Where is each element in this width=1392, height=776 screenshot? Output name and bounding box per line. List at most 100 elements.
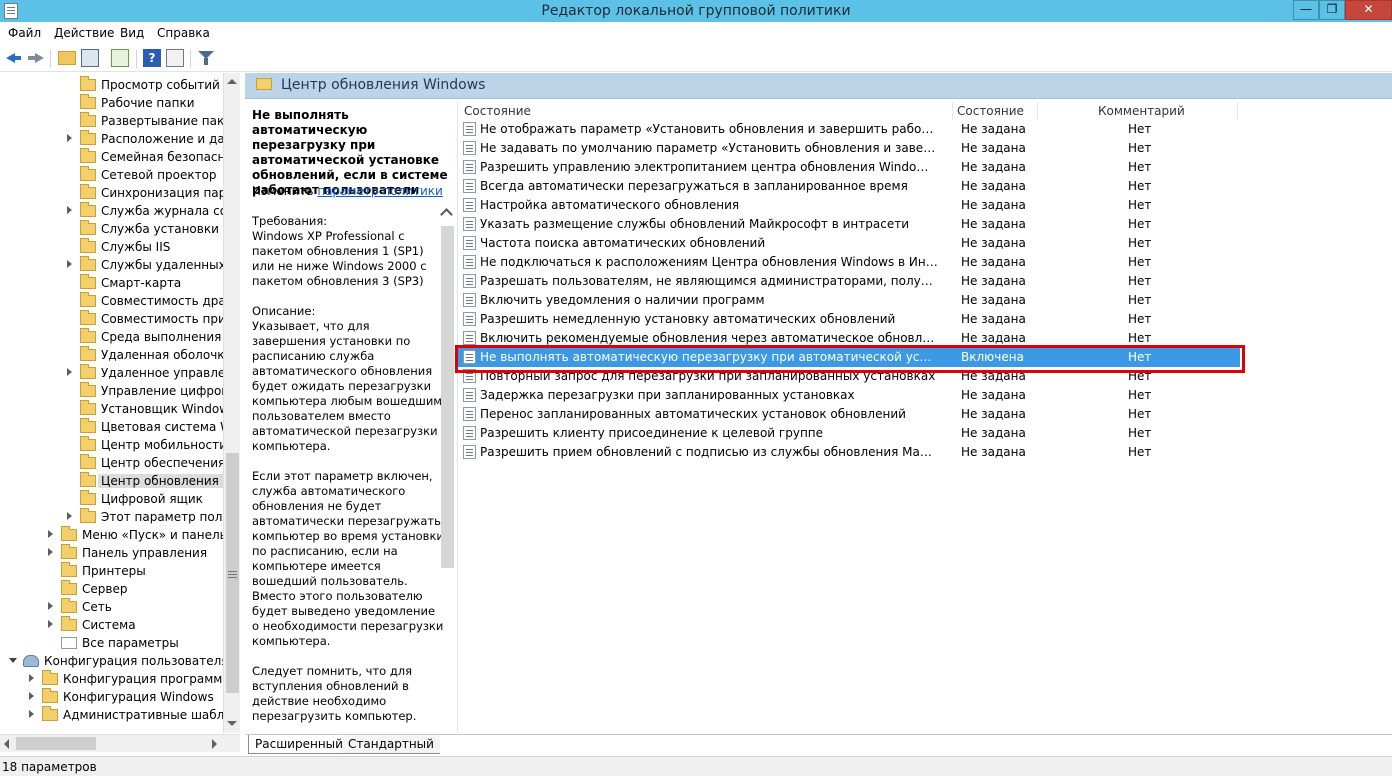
scroll-up-icon[interactable] xyxy=(227,79,237,84)
filter-icon[interactable] xyxy=(197,49,215,67)
title-bar: Редактор локальной групповой политики — … xyxy=(0,0,1392,22)
tree-item-label: Сервер xyxy=(82,582,128,596)
expand-icon[interactable] xyxy=(67,512,72,520)
table-row[interactable]: Всегда автоматически перезагружаться в з… xyxy=(458,177,1240,196)
expand-icon[interactable] xyxy=(67,134,72,142)
table-row[interactable]: Разрешить прием обновлений с подписью из… xyxy=(458,443,1240,462)
policy-state: Не задана xyxy=(961,179,1026,193)
expand-icon[interactable] xyxy=(48,530,53,538)
view-tabs: Расширенный Стандартный xyxy=(245,734,1392,754)
minimize-button[interactable]: — xyxy=(1293,0,1319,20)
scroll-thumb[interactable] xyxy=(441,226,454,568)
expand-icon[interactable] xyxy=(29,692,34,700)
policy-name: Перенос запланированных автоматических у… xyxy=(480,407,906,421)
table-row[interactable]: Настройка автоматического обновления Не з… xyxy=(458,196,1240,215)
show-hide-tree-icon[interactable] xyxy=(81,49,99,67)
table-row[interactable]: Разрешить клиенту присоединение к целево… xyxy=(458,424,1240,443)
expand-icon[interactable] xyxy=(67,368,72,376)
policy-name: Разрешить немедленную установку автомати… xyxy=(480,312,896,326)
tree-item-label: Конфигурация Windows xyxy=(63,690,214,704)
policy-name: Не выполнять автоматическую перезагрузку… xyxy=(480,350,938,364)
table-row[interactable]: Указать размещение службы обновлений Май… xyxy=(458,215,1240,234)
folder-icon xyxy=(80,94,96,109)
policy-name: Частота поиска автоматических обновлений xyxy=(480,236,766,250)
menu-help[interactable]: Справка xyxy=(157,26,210,40)
folder-icon xyxy=(61,544,77,559)
table-row[interactable]: Частота поиска автоматических обновлений… xyxy=(458,234,1240,253)
policy-state: Включена xyxy=(961,350,1024,364)
table-row[interactable]: Задержка перезагрузки при запланированны… xyxy=(458,386,1240,405)
policy-state: Не задана xyxy=(961,198,1026,212)
tree-item-label: Рабочие папки xyxy=(101,96,195,110)
expand-icon[interactable] xyxy=(48,548,53,556)
column-header-name[interactable]: Состояние xyxy=(458,102,953,120)
table-row[interactable]: Не выполнять автоматическую перезагрузку… xyxy=(458,348,1240,367)
tree-item-label: Удаленное управлени xyxy=(101,366,240,380)
table-row[interactable]: Перенос запланированных автоматических у… xyxy=(458,405,1240,424)
table-row[interactable]: Не отображать параметр «Установить обнов… xyxy=(458,120,1240,139)
export-list-icon[interactable] xyxy=(111,49,129,67)
menu-action[interactable]: Действие xyxy=(54,26,114,40)
tree-item-label: Центр мобильности W xyxy=(101,438,240,452)
expand-icon[interactable] xyxy=(67,260,72,268)
hscroll-thumb[interactable] xyxy=(16,737,96,750)
table-row[interactable]: Разрешить немедленную установку автомати… xyxy=(458,310,1240,329)
collapse-icon[interactable] xyxy=(9,658,17,663)
content-pane: Центр обновления Windows Не выполнять ав… xyxy=(245,73,1392,733)
forward-arrow-icon[interactable] xyxy=(26,49,44,67)
expand-icon[interactable] xyxy=(29,710,34,718)
back-arrow-icon[interactable] xyxy=(4,49,22,67)
policy-state: Не задана xyxy=(961,369,1026,383)
tab-extended[interactable]: Расширенный xyxy=(248,735,350,754)
policy-comment: Нет xyxy=(1128,331,1152,345)
table-row[interactable]: Не подключаться к расположениям Центра о… xyxy=(458,253,1240,272)
scroll-down-icon[interactable] xyxy=(227,721,237,726)
scroll-left-icon[interactable] xyxy=(4,739,9,749)
toolbar-separator xyxy=(190,50,191,68)
menu-file[interactable]: Файл xyxy=(8,26,41,40)
scroll-thumb[interactable] xyxy=(226,453,239,693)
table-row[interactable]: Включить уведомления о наличии программ Н… xyxy=(458,291,1240,310)
toolbar: ? xyxy=(0,44,1392,72)
policy-name: Не подключаться к расположениям Центра о… xyxy=(480,255,938,269)
scroll-right-icon[interactable] xyxy=(212,739,217,749)
folder-icon xyxy=(80,346,96,361)
tree-horizontal-scrollbar[interactable] xyxy=(0,734,240,752)
policy-name: Не задавать по умолчанию параметр «Устан… xyxy=(480,141,938,155)
table-row[interactable]: Включить рекомендуемые обновления через … xyxy=(458,329,1240,348)
tree-item-label: Совместимость драйв xyxy=(101,294,240,308)
table-row[interactable]: Не задавать по умолчанию параметр «Устан… xyxy=(458,139,1240,158)
tree-item-label: Все параметры xyxy=(82,636,179,650)
policy-state: Не задана xyxy=(961,236,1026,250)
scroll-up-icon[interactable] xyxy=(440,208,453,221)
policy-name: Разрешать пользователям, не являющимся а… xyxy=(480,274,938,288)
table-row[interactable]: Разрешить управлению электропитанием цен… xyxy=(458,158,1240,177)
expand-icon[interactable] xyxy=(48,620,53,628)
properties-icon[interactable] xyxy=(166,49,184,67)
table-row[interactable]: Разрешать пользователям, не являющимся а… xyxy=(458,272,1240,291)
folder-icon xyxy=(80,130,96,145)
folder-icon xyxy=(61,616,77,631)
maximize-button[interactable]: ❐ xyxy=(1319,0,1345,20)
description-scrollbar[interactable] xyxy=(440,206,457,733)
folder-icon xyxy=(42,706,58,721)
expand-icon[interactable] xyxy=(67,206,72,214)
policy-state: Не задана xyxy=(961,217,1026,231)
column-header-state[interactable]: Состояние xyxy=(953,102,1038,120)
expand-icon[interactable] xyxy=(29,674,34,682)
help-icon[interactable]: ? xyxy=(143,49,161,67)
expand-icon[interactable] xyxy=(48,602,53,610)
scroll-down-icon[interactable] xyxy=(440,729,453,733)
close-button[interactable]: ✕ xyxy=(1345,0,1392,20)
column-header-comment[interactable]: Комментарий xyxy=(1038,102,1238,120)
menu-view[interactable]: Вид xyxy=(120,26,144,40)
folder-up-icon[interactable] xyxy=(58,51,76,65)
policy-icon xyxy=(463,350,476,364)
tab-standard[interactable]: Стандартный xyxy=(342,735,440,754)
table-row[interactable]: Повторный запрос для перезагрузки при за… xyxy=(458,367,1240,386)
policy-icon xyxy=(463,179,476,193)
tree-vertical-scrollbar[interactable] xyxy=(223,73,240,733)
edit-policy-link[interactable]: параметр политики xyxy=(317,184,443,198)
category-header: Центр обновления Windows xyxy=(245,73,1392,99)
policy-name: Настройка автоматического обновления xyxy=(480,198,740,212)
